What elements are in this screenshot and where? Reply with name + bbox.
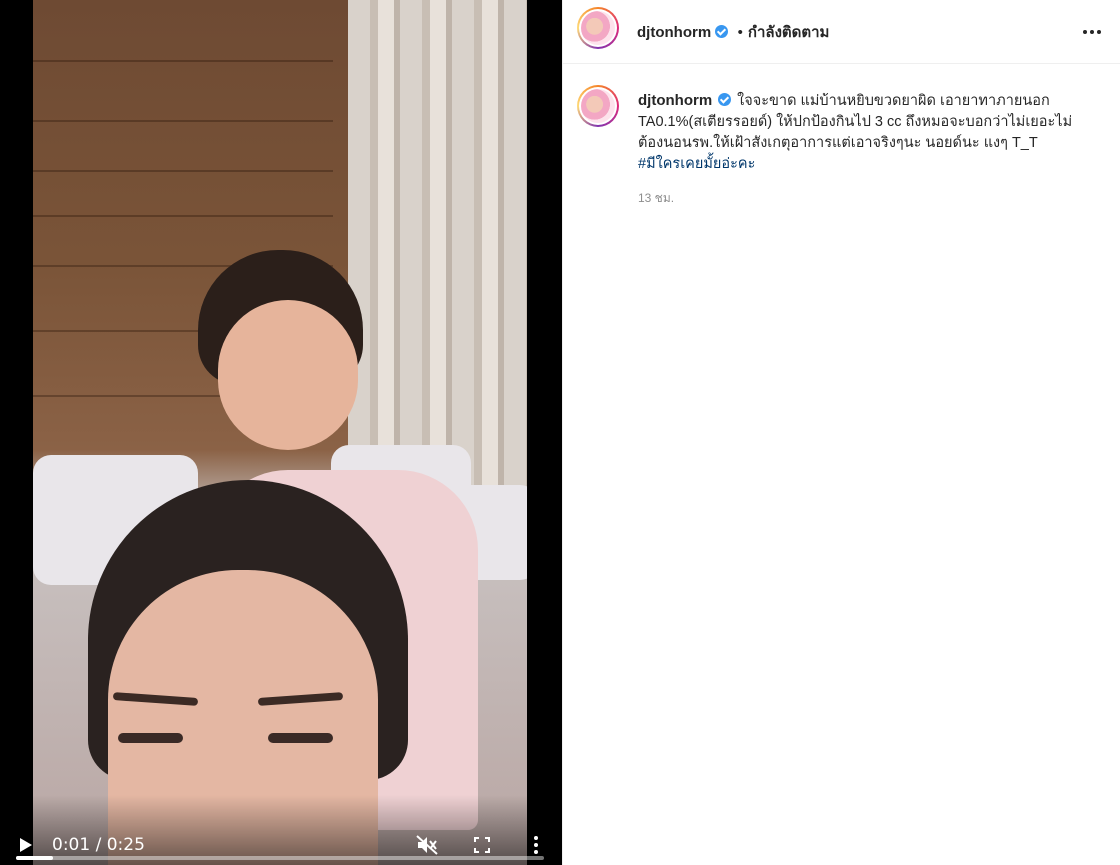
wood-plank-line bbox=[33, 60, 333, 62]
verified-badge-icon bbox=[718, 93, 732, 106]
eye bbox=[268, 733, 333, 743]
avatar-ring bbox=[579, 87, 617, 125]
avatar[interactable] bbox=[577, 7, 619, 49]
video-options-button[interactable] bbox=[526, 833, 546, 857]
muted-speaker-icon bbox=[416, 835, 438, 855]
video-panel[interactable]: 0:01 / 0:25 bbox=[0, 0, 562, 865]
header-user-line: djtonhorm • กำลังติดตาม bbox=[637, 20, 829, 44]
post-time-ago[interactable]: 13 ชม. bbox=[638, 189, 674, 208]
wood-plank-line bbox=[33, 120, 333, 122]
hashtag-link[interactable]: #มีใครเคยมั้ยอ่ะคะ bbox=[638, 154, 1098, 175]
video-progress-bar[interactable] bbox=[16, 856, 544, 860]
curtain bbox=[348, 0, 527, 500]
horizontal-dots-icon bbox=[1083, 30, 1087, 34]
caption-text: ต้องนอนรพ.ให้เฝ้าสังเกตุอาการแต่เอาจริงๆ… bbox=[638, 135, 1038, 151]
post-side-panel: djtonhorm • กำลังติดตาม djtonhorm ใจจะขาด … bbox=[562, 0, 1120, 865]
video-progress-fill bbox=[16, 856, 53, 860]
post-caption: djtonhorm ใจจะขาด แม่บ้านหยิบขวดยาผิด เอา… bbox=[638, 90, 1098, 175]
caption-username[interactable]: djtonhorm bbox=[638, 92, 712, 109]
verified-badge-icon bbox=[715, 25, 729, 38]
child-face bbox=[218, 300, 358, 450]
caption-avatar[interactable] bbox=[577, 85, 619, 127]
header-username[interactable]: djtonhorm bbox=[637, 24, 711, 41]
caption-text: ใจจะขาด แม่บ้านหยิบขวดยาผิด เอายาทาภายนอ… bbox=[737, 93, 1050, 109]
fullscreen-icon bbox=[474, 837, 490, 853]
play-button[interactable] bbox=[14, 833, 38, 857]
header-separator: • bbox=[737, 24, 743, 41]
wood-plank-line bbox=[33, 215, 333, 217]
avatar-ring bbox=[579, 9, 617, 47]
horizontal-dots-icon bbox=[1097, 30, 1101, 34]
wood-plank-line bbox=[33, 170, 333, 172]
following-button[interactable]: กำลังติดตาม bbox=[748, 24, 830, 41]
post-more-button[interactable] bbox=[1079, 19, 1105, 45]
video-time: 0:01 / 0:25 bbox=[52, 835, 145, 855]
horizontal-dots-icon bbox=[1090, 30, 1094, 34]
caption-text: TA0.1%(สเตียรรอยด์) ให้ปกป้องกินไป 3 cc … bbox=[638, 114, 1073, 130]
mute-button[interactable] bbox=[414, 833, 440, 857]
avatar-image bbox=[581, 89, 615, 123]
eye bbox=[118, 733, 183, 743]
play-icon bbox=[20, 838, 32, 852]
vertical-dots-icon bbox=[534, 836, 538, 854]
fullscreen-button[interactable] bbox=[470, 833, 494, 857]
caption-line: djtonhorm ใจจะขาด แม่บ้านหยิบขวดยาผิด เอา… bbox=[638, 90, 1098, 112]
post-header: djtonhorm • กำลังติดตาม bbox=[563, 0, 1120, 64]
avatar-image bbox=[581, 11, 615, 45]
video-frame[interactable] bbox=[33, 0, 527, 865]
video-controls: 0:01 / 0:25 bbox=[0, 795, 562, 865]
